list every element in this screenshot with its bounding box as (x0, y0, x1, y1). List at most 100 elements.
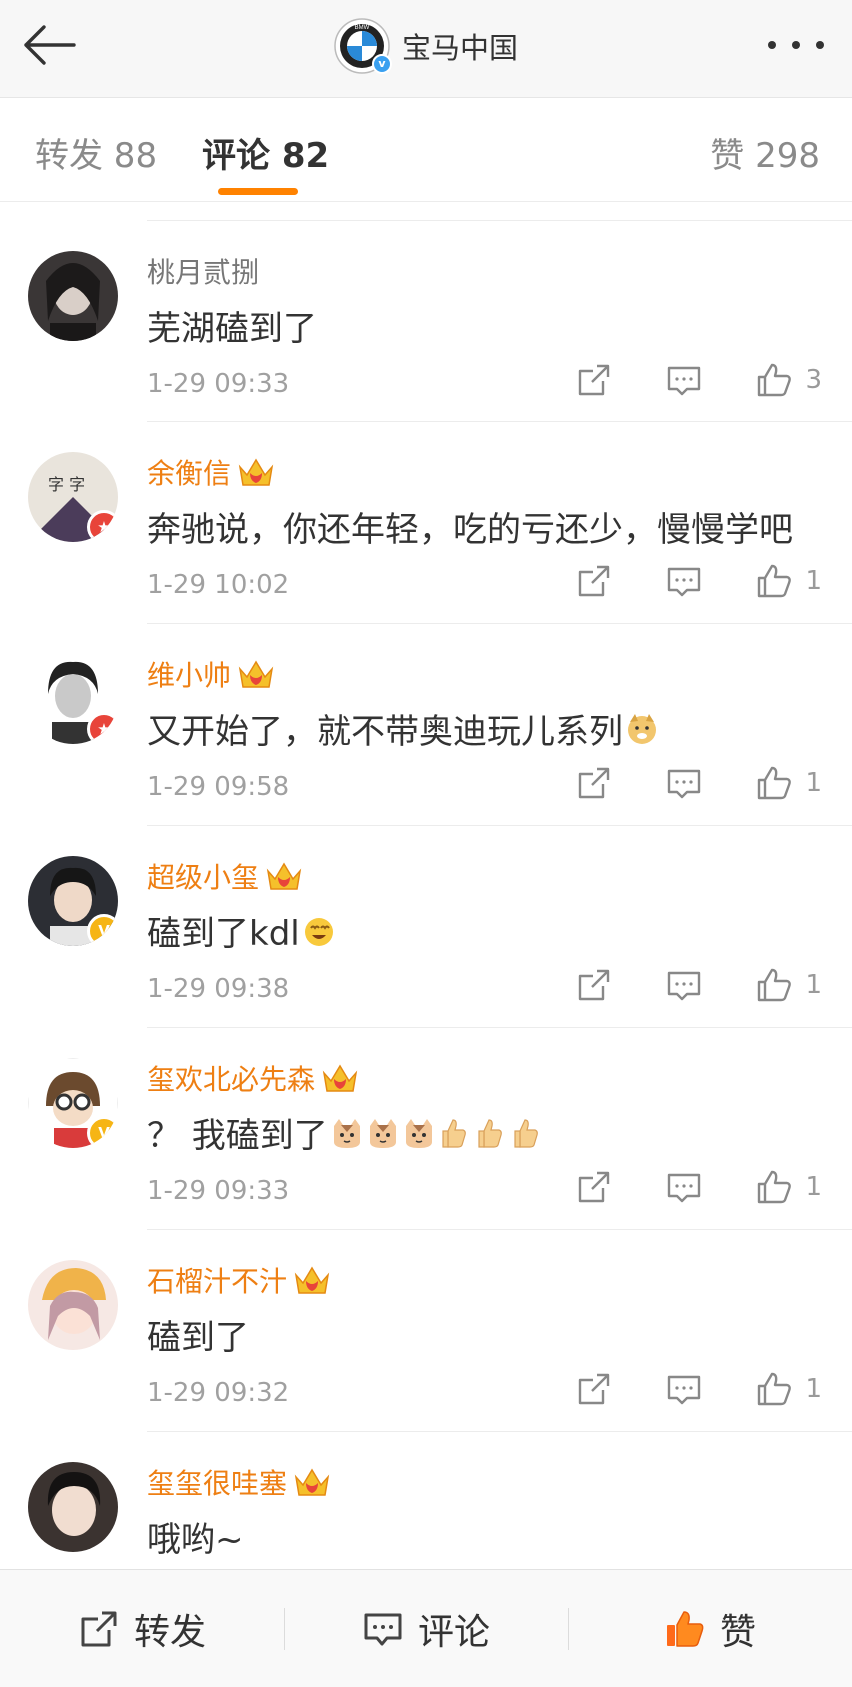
like-icon[interactable] (755, 562, 793, 600)
cat-emoji-icon (405, 1118, 432, 1148)
like-icon[interactable] (755, 764, 793, 802)
repost-icon[interactable] (575, 1370, 613, 1408)
vip-crown-icon (266, 862, 302, 890)
like-count: 1 (805, 566, 822, 596)
like-icon[interactable] (755, 1168, 793, 1206)
heart-eyes-emoji-icon (304, 917, 333, 946)
yellow-v-badge-icon: V (87, 1116, 118, 1148)
thumbs-up-emoji-icon (442, 1118, 466, 1148)
like-count: 1 (805, 768, 822, 798)
comment-item: ★ 维小帅 又开始了，就不带奥迪玩儿系列 1-29 09:58 1 (0, 624, 852, 826)
liked-thumb-icon (666, 1610, 704, 1647)
comment-actions: 3 (575, 361, 822, 399)
comment-list: 桃月贰捌 芜湖磕到了 1-29 09:33 3 字 字 ★ 余衡信 奔驰说，你还… (0, 220, 852, 1634)
like-icon[interactable] (755, 361, 793, 399)
tab-comment[interactable]: 评论 82 (202, 128, 329, 177)
avatar[interactable] (28, 251, 118, 341)
thumbs-up-emoji-icon (514, 1118, 538, 1148)
repost-label: 转发 (133, 1611, 206, 1653)
comment-text: 芜湖磕到了 (147, 309, 317, 349)
comment-time: 1-29 09:33 (147, 1176, 290, 1206)
svg-text:字 字: 字 字 (48, 475, 85, 494)
comment-actions: 1 (575, 1168, 822, 1206)
avatar[interactable] (28, 1462, 118, 1552)
comment-author[interactable]: 玺欢北必先森 (147, 1058, 359, 1098)
tab-bar: 转发 88 评论 82 赞 298 (0, 98, 852, 202)
svg-text:BMW: BMW (355, 25, 370, 31)
avatar[interactable]: 字 字 ★ (28, 452, 118, 542)
vip-crown-icon (294, 1266, 330, 1294)
bmw-logo: BMW v (334, 18, 392, 74)
comment-author[interactable]: 玺玺很哇塞 (147, 1462, 331, 1502)
like-count: 1 (805, 1172, 822, 1202)
comment-text: 磕到了kdl (147, 906, 336, 955)
comment-label: 评论 (417, 1611, 490, 1653)
repost-button[interactable]: 转发 (0, 1570, 284, 1687)
tab-forward[interactable]: 转发 88 (35, 128, 157, 177)
comment-item: V 玺欢北必先森 ？ 我磕到了 1-29 09:33 1 (0, 1028, 852, 1230)
comment-text: 磕到了 (147, 1318, 249, 1358)
like-count: 3 (805, 365, 822, 395)
thumbs-up-emoji-icon (478, 1118, 502, 1148)
like-count: 1 (805, 1374, 822, 1404)
repost-icon[interactable] (575, 966, 613, 1004)
reply-icon[interactable] (665, 562, 703, 600)
like-icon[interactable] (755, 1370, 793, 1408)
comment-time: 1-29 09:33 (147, 369, 290, 399)
comment-icon (364, 1613, 402, 1645)
cat-emoji-icon (333, 1118, 360, 1148)
more-options-icon[interactable] (760, 25, 832, 65)
reply-icon[interactable] (665, 1370, 703, 1408)
comment-time: 1-29 09:32 (147, 1378, 290, 1408)
avatar[interactable] (28, 1260, 118, 1350)
comment-time: 1-29 10:02 (147, 570, 290, 600)
vip-crown-icon (322, 1064, 358, 1092)
reply-icon[interactable] (665, 966, 703, 1004)
repost-icon[interactable] (575, 764, 613, 802)
repost-icon (81, 1611, 117, 1646)
comment-button[interactable]: 评论 (284, 1570, 568, 1687)
avatar[interactable]: ★ (28, 654, 118, 744)
comment-author[interactable]: 超级小玺 (147, 856, 303, 896)
red-v-badge-icon: ★ (87, 712, 118, 744)
comment-text: ？ 我磕到了 (147, 1108, 544, 1157)
like-count: 1 (805, 970, 822, 1000)
reply-icon[interactable] (665, 1168, 703, 1206)
vip-crown-icon (238, 660, 274, 688)
yellow-v-badge-icon: V (87, 914, 118, 946)
comment-time: 1-29 09:58 (147, 772, 290, 802)
cat-emoji-icon (369, 1118, 396, 1148)
comment-author[interactable]: 余衡信 (147, 452, 275, 492)
comment-actions: 1 (575, 764, 822, 802)
comment-author[interactable]: 维小帅 (147, 654, 275, 694)
repost-icon[interactable] (575, 1168, 613, 1206)
repost-icon[interactable] (575, 361, 613, 399)
vip-crown-icon (294, 1468, 330, 1496)
vip-crown-icon (238, 458, 274, 486)
account-name: 宝马中国 (401, 31, 518, 65)
comment-item: 字 字 ★ 余衡信 奔驰说，你还年轻，吃的亏还少，慢慢学吧 1-29 10:02… (0, 422, 852, 624)
repost-icon[interactable] (575, 562, 613, 600)
tab-like[interactable]: 赞 298 (710, 128, 820, 177)
avatar[interactable]: V (28, 1058, 118, 1148)
like-label: 赞 (719, 1611, 756, 1653)
comment-author[interactable]: 桃月贰捌 (147, 251, 259, 291)
reply-icon[interactable] (665, 361, 703, 399)
like-button[interactable]: 赞 (568, 1570, 852, 1687)
comment-item: V 超级小玺 磕到了kdl 1-29 09:38 1 (0, 826, 852, 1028)
top-bar: BMW v 宝马中国 (0, 0, 852, 98)
comment-item: 石榴汁不汁 磕到了 1-29 09:32 1 (0, 1230, 852, 1432)
comment-actions: 1 (575, 562, 822, 600)
verified-badge-icon: v (371, 54, 392, 74)
like-icon[interactable] (755, 966, 793, 1004)
comment-actions: 1 (575, 1370, 822, 1408)
doge-emoji-icon (628, 713, 656, 744)
comment-author[interactable]: 石榴汁不汁 (147, 1260, 331, 1300)
bottom-action-bar: 转发 评论 赞 (0, 1569, 852, 1687)
reply-icon[interactable] (665, 764, 703, 802)
red-v-badge-icon: ★ (87, 510, 118, 542)
avatar[interactable]: V (28, 856, 118, 946)
account-header[interactable]: BMW v 宝马中国 (0, 16, 852, 76)
active-tab-indicator (218, 188, 298, 195)
comment-actions: 1 (575, 966, 822, 1004)
